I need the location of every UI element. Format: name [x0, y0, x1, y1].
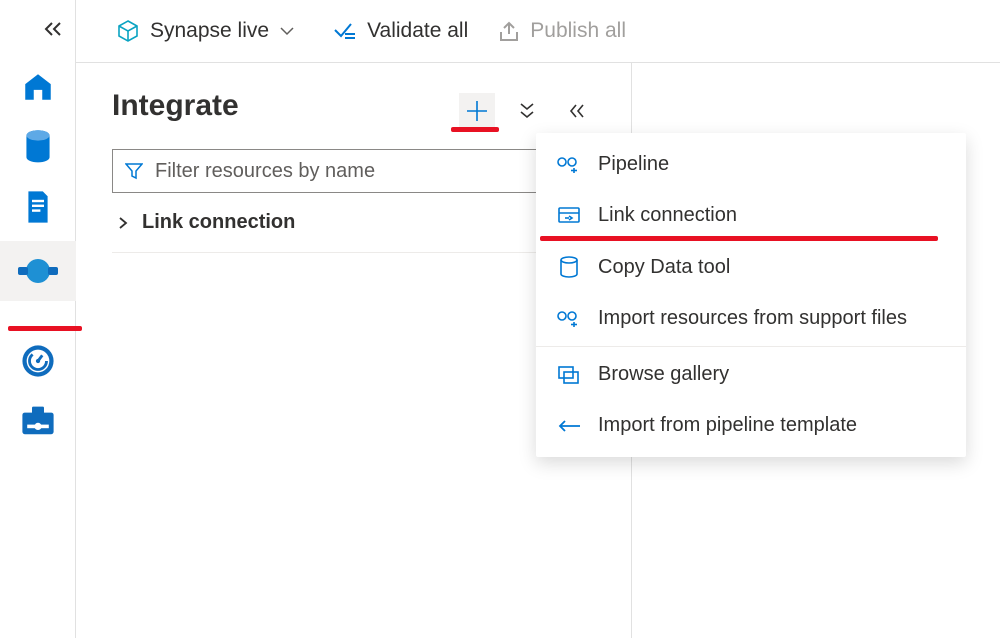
- nav-home[interactable]: [0, 57, 76, 117]
- filter-icon: [125, 162, 143, 180]
- validate-icon: [333, 21, 357, 41]
- caret-right-icon: [118, 216, 128, 230]
- integrate-icon: [16, 256, 60, 286]
- nav-integrate[interactable]: [0, 241, 76, 301]
- main-area: Synapse live Validate all Publish all: [76, 0, 1000, 638]
- tree-item-label: Link connection: [142, 211, 295, 234]
- add-resource-button[interactable]: [459, 93, 495, 129]
- menu-item-label: Browse gallery: [598, 363, 729, 386]
- publish-icon: [498, 20, 520, 42]
- nav-develop[interactable]: [0, 177, 76, 237]
- nav-manage[interactable]: [0, 391, 76, 451]
- validate-all-button[interactable]: Validate all: [333, 19, 468, 43]
- publish-all-label: Publish all: [530, 19, 626, 43]
- develop-icon: [23, 189, 53, 225]
- top-toolbar: Synapse live Validate all Publish all: [76, 0, 1000, 62]
- workspace-mode-dropdown[interactable]: Synapse live: [116, 19, 295, 43]
- publish-all-button[interactable]: Publish all: [498, 19, 626, 43]
- link-connection-icon: [557, 206, 581, 226]
- nav-data[interactable]: [0, 117, 76, 177]
- menu-item-link-connection[interactable]: Link connection: [536, 190, 966, 241]
- nav-expand-button[interactable]: [43, 22, 63, 41]
- menu-item-copy-data[interactable]: Copy Data tool: [536, 241, 966, 293]
- nav-rail: [0, 0, 76, 638]
- workspace-mode-label: Synapse live: [150, 19, 269, 43]
- home-icon: [21, 70, 55, 104]
- filter-resources-input[interactable]: [153, 159, 596, 184]
- expand-all-button[interactable]: [509, 93, 545, 129]
- import-resources-icon: [556, 310, 582, 328]
- menu-item-label: Link connection: [598, 204, 737, 227]
- menu-item-label: Copy Data tool: [598, 256, 730, 279]
- double-chevron-left-icon: [568, 103, 586, 119]
- collapse-panel-button[interactable]: [559, 93, 595, 129]
- validate-all-label: Validate all: [367, 19, 468, 43]
- filter-resources-box[interactable]: [112, 149, 609, 193]
- import-template-icon: [556, 419, 582, 433]
- data-icon: [22, 129, 54, 165]
- menu-item-label: Pipeline: [598, 153, 669, 176]
- synapse-logo-icon: [116, 19, 140, 43]
- plus-icon: [464, 98, 490, 124]
- tree-item-link-connection[interactable]: Link connection: [112, 193, 609, 253]
- menu-item-label: Import resources from support files: [598, 307, 907, 330]
- manage-icon: [20, 405, 56, 437]
- pipeline-icon: [556, 156, 582, 174]
- gallery-icon: [557, 365, 581, 385]
- menu-item-pipeline[interactable]: Pipeline: [536, 139, 966, 190]
- chevron-down-icon: [279, 26, 295, 36]
- nav-monitor[interactable]: [0, 331, 76, 391]
- copy-data-icon: [558, 255, 580, 279]
- menu-divider: [536, 346, 966, 347]
- menu-item-import-resources[interactable]: Import resources from support files: [536, 293, 966, 344]
- monitor-icon: [21, 344, 55, 378]
- menu-item-browse-gallery[interactable]: Browse gallery: [536, 349, 966, 400]
- menu-item-label: Import from pipeline template: [598, 414, 857, 437]
- add-resource-menu: Pipeline Link connection Copy Data tool …: [536, 133, 966, 457]
- double-chevron-down-icon: [519, 102, 535, 120]
- annotation-underline-add: [451, 127, 499, 132]
- menu-item-import-template[interactable]: Import from pipeline template: [536, 400, 966, 451]
